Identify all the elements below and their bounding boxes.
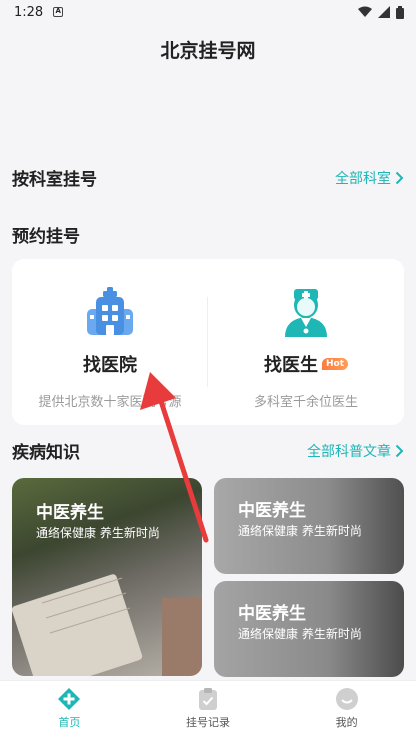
tab-profile[interactable]: 我的 [277,681,416,739]
all-articles-label: 全部科普文章 [307,443,391,460]
article-subtitle: 通络保健康 养生新时尚 [36,526,160,540]
article-card[interactable]: 中医养生 通络保健康 养生新时尚 [214,581,404,677]
all-articles-link[interactable]: 全部科普文章 [307,441,404,461]
department-section-header: 按科室挂号 全部科室 [12,165,404,190]
signal-icon [378,6,390,18]
clipboard-check-icon [199,688,217,710]
article-subtitle: 通络保健康 养生新时尚 [238,627,362,641]
appointment-section-title: 预约挂号 [12,227,80,247]
doctor-icon [279,285,333,339]
article-subtitle: 通络保健康 养生新时尚 [238,524,362,538]
home-plus-icon [58,688,81,710]
tab-records[interactable]: 挂号记录 [139,681,278,739]
page-title: 北京挂号网 [160,40,256,62]
tab-home-label: 首页 [58,716,81,729]
status-icons [358,5,404,19]
hot-badge: Hot [321,358,349,370]
appointment-section-header: 预约挂号 [12,222,404,247]
chevron-right-icon [395,444,404,457]
tab-bar: 首页 挂号记录 我的 [0,680,416,739]
all-departments-link[interactable]: 全部科室 [335,168,404,188]
tab-profile-label: 我的 [335,716,358,729]
find-doctor-label: 找医生 [263,355,318,376]
status-time: 1:28 [14,4,44,20]
article-title: 中医养生 [238,604,306,624]
department-section-title: 按科室挂号 [12,170,97,190]
status-bar: 1:28 A [0,0,416,24]
chevron-right-icon [395,171,404,184]
find-hospital-desc: 提供北京数十家医院号源 [38,395,182,410]
booking-card: 找医院 提供北京数十家医院号源 找医生 Hot 多科室千余位医生 [12,259,404,425]
find-doctor-desc: 多科室千余位医生 [253,395,358,410]
article-card[interactable]: 中医养生 通络保健康 养生新时尚 [12,478,202,676]
find-hospital-button[interactable]: 找医院 提供北京数十家医院号源 [12,259,208,425]
smile-face-icon [335,688,358,710]
tab-home[interactable]: 首页 [0,681,139,739]
find-doctor-button[interactable]: 找医生 Hot 多科室千余位医生 [208,259,404,425]
find-hospital-label: 找医院 [83,355,137,376]
article-title: 中医养生 [36,503,104,523]
tab-records-label: 挂号记录 [186,716,230,729]
article-card[interactable]: 中医养生 通络保健康 养生新时尚 [214,478,404,574]
battery-icon [396,5,404,19]
knowledge-section-header: 疾病知识 全部科普文章 [12,438,404,463]
wifi-icon [358,6,372,17]
all-departments-label: 全部科室 [335,170,391,187]
hospital-icon [83,285,137,339]
article-title: 中医养生 [238,501,306,521]
knowledge-section-title: 疾病知识 [12,443,80,463]
notification-icon: A [53,7,64,17]
